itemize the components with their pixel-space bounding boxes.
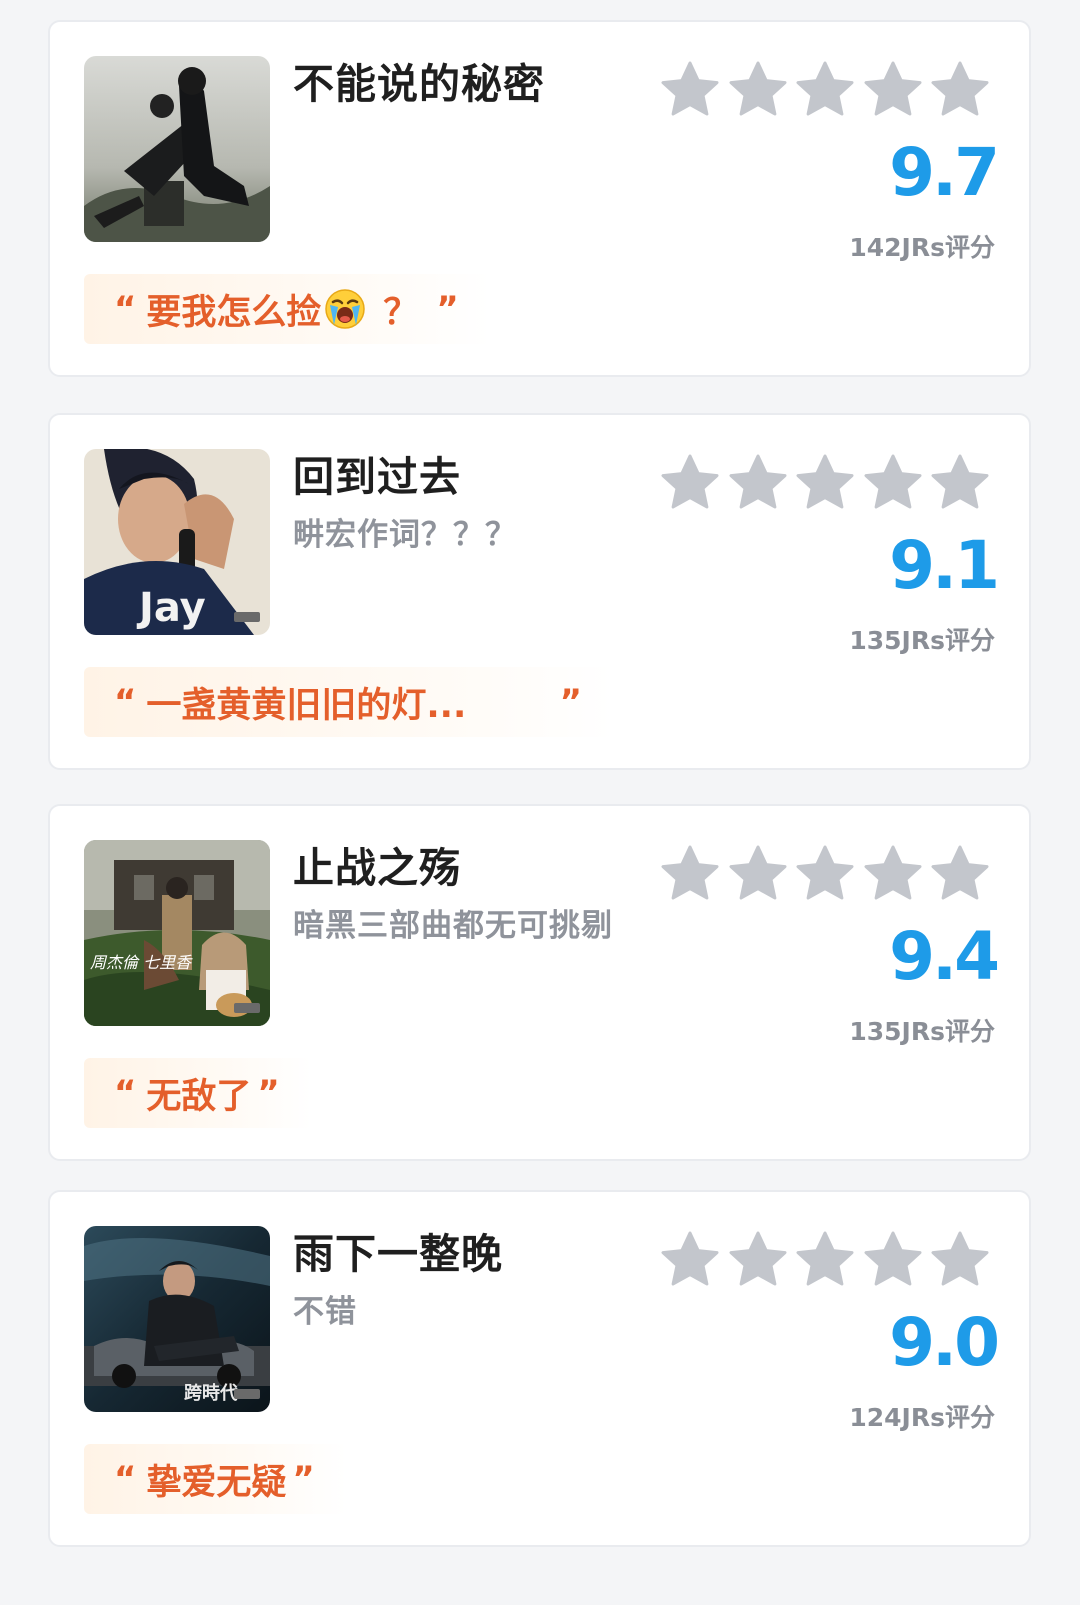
crying-face-icon (325, 289, 366, 329)
song-comment-summary: 畊宏作词？？？ (293, 517, 517, 553)
star-icon[interactable] (930, 453, 990, 513)
star-icon[interactable] (660, 60, 720, 120)
quote-open-mark: “ (114, 289, 137, 329)
score-value: 9.4 (889, 918, 1000, 995)
quote-open-mark: “ (114, 1073, 137, 1113)
rating-count: 142JRs评分 (849, 233, 995, 262)
quote-close-mark: ” (257, 1073, 280, 1113)
album-cover-kuashidai-icon: 跨時代 (84, 1226, 270, 1412)
star-icon[interactable] (930, 60, 990, 120)
score-value: 9.7 (889, 134, 1000, 211)
album-cover-jay-icon: Jay (84, 449, 270, 635)
comment-text: 无敌了 (146, 1076, 252, 1117)
comment-text: 一盏黄黄旧旧的灯... (146, 685, 467, 726)
star-icon[interactable] (863, 1230, 923, 1290)
song-title: 回到过去 (293, 453, 461, 501)
star-icon[interactable] (863, 60, 923, 120)
album-cover-image[interactable]: Jay (84, 449, 270, 635)
star-icon[interactable] (863, 453, 923, 513)
quote-open-mark: “ (114, 1459, 137, 1499)
song-title: 不能说的秘密 (293, 60, 545, 108)
star-rating[interactable] (660, 453, 990, 513)
album-cover-image[interactable]: 跨時代 (84, 1226, 270, 1412)
comment-text: 挚爱无疑 (146, 1462, 287, 1503)
comment-suffix: ？ (383, 292, 419, 333)
svg-text:周杰倫 七里香: 周杰倫 七里香 (90, 953, 193, 972)
album-cover-image[interactable] (84, 56, 270, 242)
song-title: 止战之殇 (293, 844, 461, 892)
star-icon[interactable] (660, 844, 720, 904)
quote-close-mark: ” (292, 1459, 315, 1499)
star-rating[interactable] (660, 1230, 990, 1290)
quote-close-mark: ” (436, 289, 459, 329)
star-icon[interactable] (660, 453, 720, 513)
score-value: 9.0 (889, 1304, 1000, 1381)
song-comment-summary: 不错 (293, 1294, 357, 1330)
star-rating[interactable] (660, 844, 990, 904)
featured-comment[interactable]: “ 无敌了 ” (84, 1058, 312, 1128)
score-value: 9.1 (889, 527, 1000, 604)
star-icon[interactable] (660, 1230, 720, 1290)
comment-text: 要我怎么捡 (146, 292, 322, 333)
featured-comment[interactable]: “ 要我怎么捡 ？ ” (84, 274, 491, 344)
album-cover-image[interactable]: 周杰倫 七里香 (84, 840, 270, 1026)
featured-comment[interactable]: “ 一盏黄黄旧旧的灯... ” (84, 667, 614, 737)
album-cover-secret-icon (84, 56, 270, 242)
star-icon[interactable] (728, 1230, 788, 1290)
star-icon[interactable] (795, 1230, 855, 1290)
star-rating[interactable] (660, 60, 990, 120)
song-card[interactable]: 周杰倫 七里香 止战之殇 暗黑三部曲都无可挑剔 9.4 135JRs评分 “ 无… (48, 804, 1031, 1161)
song-card[interactable]: 跨時代 雨下一整晚 不错 9.0 124JRs评分 “ 挚爱无疑 ” (48, 1190, 1031, 1547)
star-icon[interactable] (795, 60, 855, 120)
rating-count: 124JRs评分 (849, 1403, 995, 1432)
rating-count: 135JRs评分 (849, 1017, 995, 1046)
star-icon[interactable] (795, 844, 855, 904)
song-comment-summary: 暗黑三部曲都无可挑剔 (293, 908, 613, 944)
star-icon[interactable] (930, 844, 990, 904)
star-icon[interactable] (930, 1230, 990, 1290)
featured-comment[interactable]: “ 挚爱无疑 ” (84, 1444, 347, 1514)
song-card[interactable]: Jay 回到过去 畊宏作词？？？ 9.1 135JRs评分 “ 一盏黄黄旧旧的灯… (48, 413, 1031, 770)
star-icon[interactable] (795, 453, 855, 513)
star-icon[interactable] (863, 844, 923, 904)
album-cover-text: Jay (136, 585, 206, 631)
song-title: 雨下一整晚 (293, 1230, 503, 1278)
star-icon[interactable] (728, 844, 788, 904)
star-icon[interactable] (728, 453, 788, 513)
rating-count: 135JRs评分 (849, 626, 995, 655)
quote-open-mark: “ (114, 682, 137, 722)
quote-close-mark: ” (559, 682, 582, 722)
star-icon[interactable] (728, 60, 788, 120)
svg-text:跨時代: 跨時代 (184, 1383, 238, 1404)
album-cover-qilixiang-icon: 周杰倫 七里香 (84, 840, 270, 1026)
song-card[interactable]: 不能说的秘密 9.7 142JRs评分 “ 要我怎么捡 ？ ” (48, 20, 1031, 377)
